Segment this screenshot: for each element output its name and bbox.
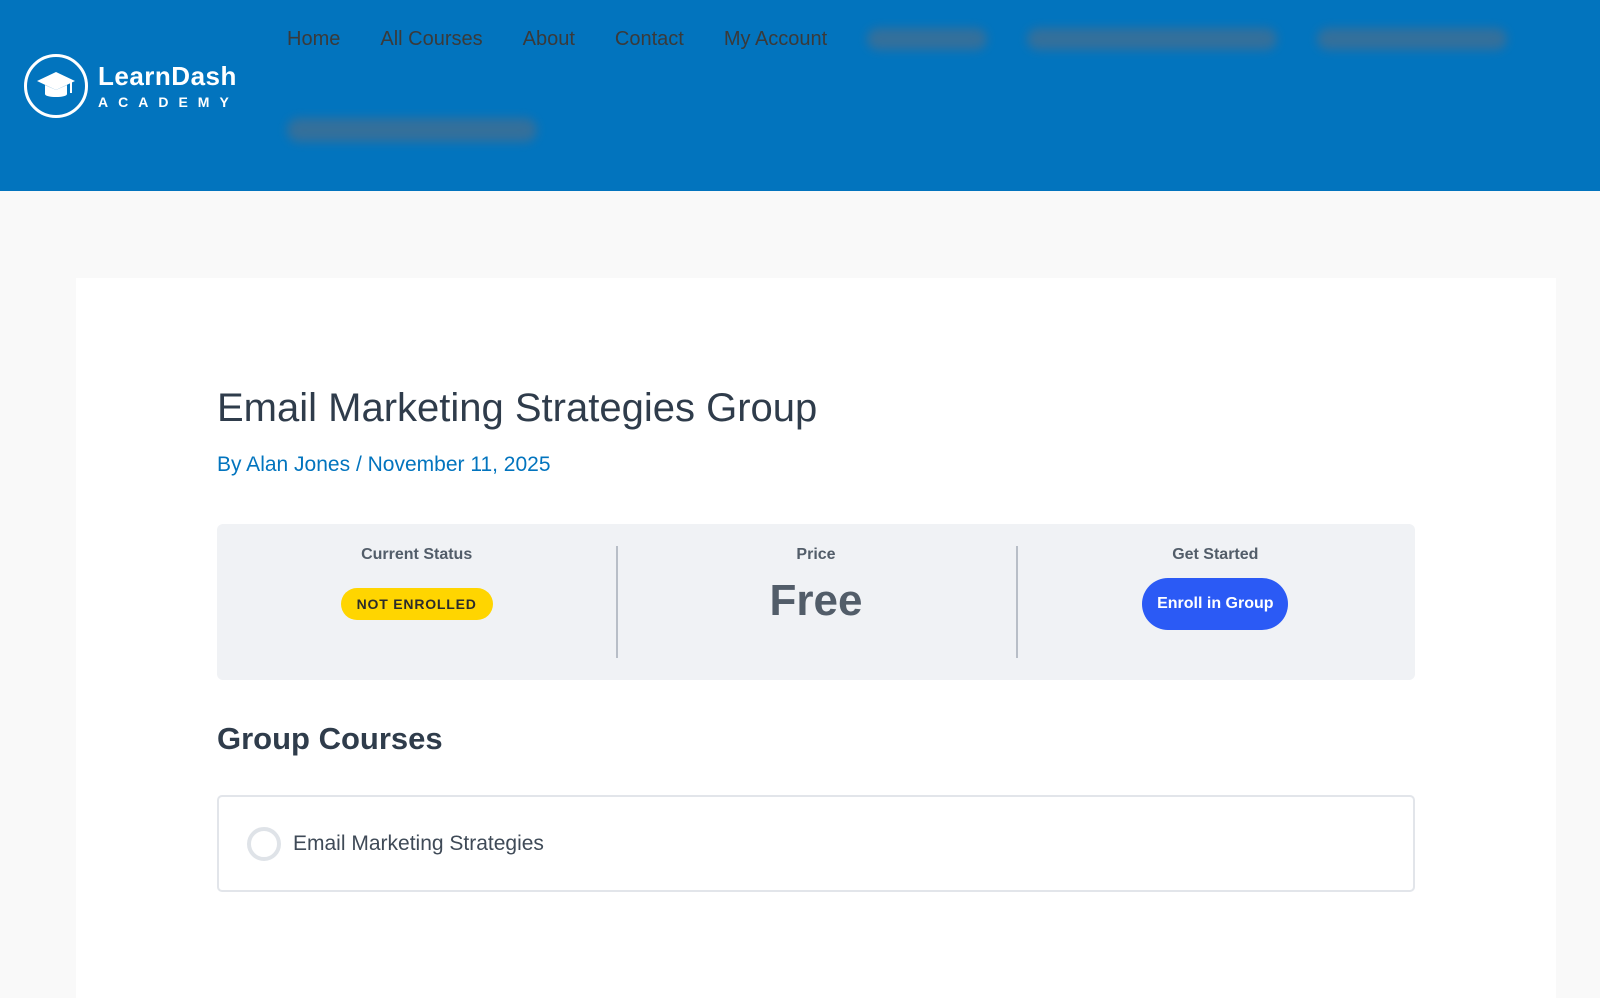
post-date-link[interactable]: November 11, 2025 — [368, 453, 551, 476]
nav-my-account[interactable]: My Account — [724, 26, 827, 52]
nav-contact[interactable]: Contact — [615, 26, 684, 52]
get-started-column: Get Started Enroll in Group — [1015, 524, 1415, 680]
nav-item-redacted-2[interactable] — [1027, 28, 1278, 50]
status-column: Current Status NOT ENROLLED — [217, 524, 616, 680]
price-column: Price Free — [616, 524, 1015, 680]
main-nav-row-2 — [287, 118, 537, 147]
post-meta: By Alan Jones / November 11, 2025 — [217, 453, 551, 477]
graduation-cap-icon — [24, 54, 88, 118]
nav-all-courses[interactable]: All Courses — [380, 26, 482, 52]
meta-separator: / — [355, 453, 362, 476]
get-started-label: Get Started — [1172, 546, 1259, 563]
main-nav: Home All Courses About Contact My Accoun… — [287, 26, 1547, 52]
group-courses-list: Email Marketing Strategies — [217, 795, 1415, 892]
empty-circle-icon — [247, 826, 281, 861]
page-title: Email Marketing Strategies Group — [217, 386, 818, 430]
nav-item-redacted-4[interactable] — [287, 118, 537, 142]
course-name: Email Marketing Strategies — [293, 831, 544, 855]
group-infobar: Current Status NOT ENROLLED Price Free G… — [217, 524, 1415, 680]
price-label: Price — [796, 546, 836, 563]
author-link[interactable]: By Alan Jones — [217, 453, 350, 476]
group-courses-heading: Group Courses — [217, 721, 443, 756]
course-list-item[interactable]: Email Marketing Strategies — [219, 797, 1413, 890]
logo-subtitle: ACADEMY — [98, 94, 239, 110]
nav-home[interactable]: Home — [287, 26, 340, 52]
site-logo[interactable]: LearnDash ACADEMY — [24, 54, 239, 118]
status-badge: NOT ENROLLED — [340, 588, 493, 620]
price-value: Free — [769, 576, 863, 625]
logo-name: LearnDash — [98, 61, 237, 91]
site-header: LearnDash ACADEMY Home All Courses About… — [0, 0, 1600, 191]
enroll-in-group-button[interactable]: Enroll in Group — [1142, 578, 1289, 630]
logo-text: LearnDash ACADEMY — [98, 63, 239, 109]
status-label: Current Status — [361, 546, 473, 563]
nav-item-redacted-3[interactable] — [1317, 28, 1508, 50]
nav-about[interactable]: About — [523, 26, 575, 52]
nav-item-redacted-1[interactable] — [867, 28, 988, 50]
